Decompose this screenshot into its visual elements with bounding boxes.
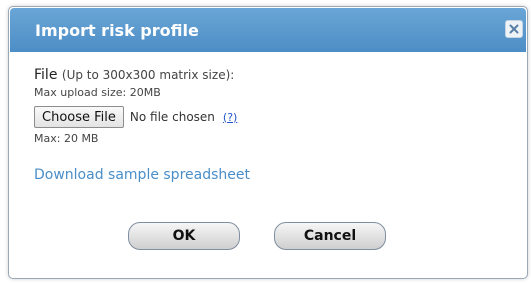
close-button[interactable] [505, 20, 523, 38]
import-risk-profile-dialog: Import risk profile File (Up to 300x300 … [8, 6, 528, 279]
help-link[interactable]: (?) [223, 111, 237, 124]
max-size-text: Max: 20 MB [34, 132, 99, 145]
download-sample-spreadsheet-link[interactable]: Download sample spreadsheet [34, 167, 250, 183]
file-input-row: Choose File No file chosen (?) [34, 105, 517, 129]
cancel-button[interactable]: Cancel [274, 222, 386, 250]
dialog-title: Import risk profile [35, 21, 199, 40]
dialog-content: File (Up to 300x300 matrix size): Max up… [34, 67, 517, 183]
close-icon [509, 24, 519, 34]
choose-file-button[interactable]: Choose File [34, 106, 124, 128]
max-upload-size-text: Max upload size: 20MB [34, 86, 161, 99]
file-field-label: File (Up to 300x300 matrix size): [34, 67, 517, 83]
dialog-titlebar: Import risk profile [10, 8, 526, 52]
file-size-hint: (Up to 300x300 matrix size): [61, 68, 235, 82]
ok-button[interactable]: OK [128, 222, 240, 250]
no-file-chosen-text: No file chosen [129, 110, 215, 124]
file-label-text: File [34, 67, 58, 83]
